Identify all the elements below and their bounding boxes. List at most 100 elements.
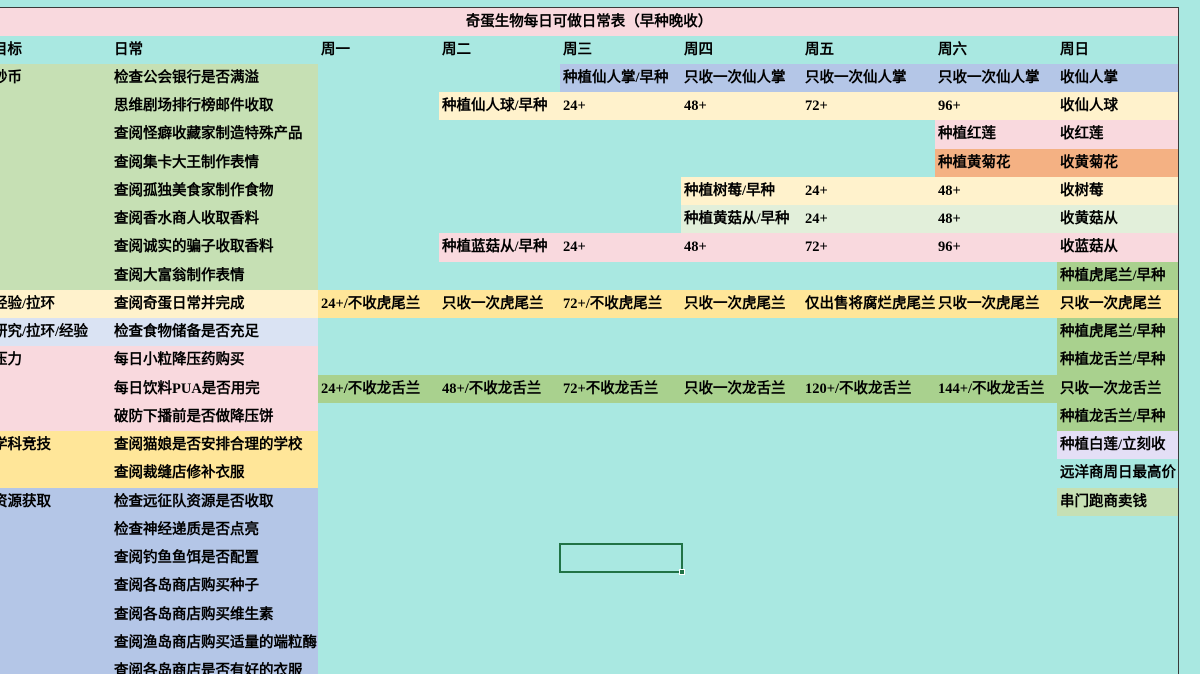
schedule-cell-wed[interactable] [560, 120, 681, 148]
schedule-cell-wed[interactable] [560, 516, 681, 544]
schedule-cell-sun[interactable]: 收仙人掌 [1057, 64, 1178, 93]
column-header-thu[interactable]: 周四 [681, 36, 802, 64]
goal-cell[interactable]: 资源获取 [0, 487, 110, 516]
goal-cell[interactable] [0, 515, 110, 545]
schedule-cell-sun[interactable]: 收蓝菇从 [1057, 233, 1178, 262]
schedule-cell-sat[interactable]: 只收一次虎尾兰 [935, 289, 1057, 319]
schedule-cell-wed[interactable]: 72+不收龙舌兰 [560, 374, 681, 403]
schedule-cell-fri[interactable] [802, 572, 935, 600]
schedule-cell-tue[interactable] [439, 262, 560, 290]
schedule-cell-mon[interactable] [318, 120, 439, 148]
schedule-cell-wed[interactable] [560, 431, 681, 459]
schedule-cell-wed[interactable] [560, 149, 681, 177]
schedule-cell-sat[interactable] [935, 544, 1057, 572]
schedule-cell-fri[interactable]: 仅出售将腐烂虎尾兰 [802, 289, 935, 319]
schedule-cell-thu[interactable] [681, 403, 802, 431]
column-header-sun[interactable]: 周日 [1057, 36, 1178, 64]
schedule-cell-thu[interactable] [681, 572, 802, 600]
schedule-cell-mon[interactable] [318, 149, 439, 177]
schedule-cell-wed[interactable] [560, 629, 681, 657]
schedule-cell-mon[interactable] [318, 177, 439, 205]
schedule-cell-thu[interactable] [681, 149, 802, 177]
task-cell[interactable]: 查阅裁缝店修补衣服 [110, 459, 318, 488]
task-cell[interactable]: 查阅各岛商店是否有好的衣服 [110, 657, 318, 674]
schedule-cell-tue[interactable]: 只收一次虎尾兰 [439, 289, 560, 319]
column-header-mon[interactable]: 周一 [318, 36, 439, 64]
schedule-cell-fri[interactable] [802, 629, 935, 657]
sheet-title[interactable]: 奇蛋生物每日可做日常表（早种晚收） [0, 8, 1178, 36]
schedule-cell-mon[interactable] [318, 346, 439, 374]
schedule-cell-fri[interactable] [802, 431, 935, 459]
schedule-cell-sat[interactable]: 种植红莲 [935, 120, 1057, 149]
schedule-cell-sun[interactable] [1057, 544, 1178, 572]
schedule-cell-sat[interactable]: 只收一次仙人掌 [935, 64, 1057, 93]
schedule-cell-thu[interactable]: 只收一次龙舌兰 [681, 374, 802, 403]
schedule-cell-sun[interactable]: 种植龙舌兰/早种 [1057, 402, 1178, 432]
schedule-cell-tue[interactable]: 种植仙人球/早种 [439, 92, 560, 121]
schedule-cell-thu[interactable]: 只收一次虎尾兰 [681, 289, 802, 319]
schedule-cell-wed[interactable]: 72+/不收虎尾兰 [560, 289, 681, 319]
schedule-cell-mon[interactable] [318, 233, 439, 261]
schedule-cell-mon[interactable]: 24+/不收虎尾兰 [318, 289, 439, 319]
schedule-cell-tue[interactable] [439, 431, 560, 459]
schedule-cell-thu[interactable]: 种植黄菇从/早种 [681, 205, 802, 234]
schedule-cell-thu[interactable] [681, 318, 802, 346]
schedule-cell-fri[interactable]: 只收一次仙人掌 [802, 64, 935, 93]
goal-cell[interactable] [0, 459, 110, 488]
schedule-cell-sat[interactable] [935, 572, 1057, 600]
schedule-cell-tue[interactable] [439, 629, 560, 657]
schedule-cell-mon[interactable] [318, 572, 439, 600]
schedule-cell-mon[interactable] [318, 516, 439, 544]
schedule-cell-tue[interactable] [439, 120, 560, 148]
schedule-cell-sun[interactable]: 收树莓 [1057, 176, 1178, 206]
schedule-cell-wed[interactable] [560, 657, 681, 674]
schedule-cell-tue[interactable] [439, 318, 560, 346]
schedule-cell-sat[interactable] [935, 488, 1057, 516]
schedule-cell-fri[interactable] [802, 262, 935, 290]
task-cell[interactable]: 查阅香水商人收取香料 [110, 205, 318, 234]
schedule-cell-sun[interactable]: 种植虎尾兰/早种 [1057, 261, 1178, 290]
schedule-cell-thu[interactable] [681, 431, 802, 459]
schedule-cell-tue[interactable] [439, 346, 560, 374]
schedule-cell-fri[interactable] [802, 516, 935, 544]
schedule-cell-wed[interactable]: 种植仙人掌/早种 [560, 64, 681, 93]
schedule-cell-wed[interactable] [560, 601, 681, 629]
schedule-cell-fri[interactable]: 72+ [802, 233, 935, 262]
schedule-cell-tue[interactable] [439, 459, 560, 487]
goal-cell[interactable] [0, 233, 110, 262]
schedule-cell-wed[interactable] [560, 488, 681, 516]
task-cell[interactable]: 检查食物储备是否充足 [110, 318, 318, 347]
schedule-cell-mon[interactable] [318, 431, 439, 459]
schedule-cell-fri[interactable]: 24+ [802, 205, 935, 234]
goal-cell[interactable] [0, 261, 110, 290]
schedule-cell-sat[interactable]: 96+ [935, 92, 1057, 121]
schedule-cell-thu[interactable] [681, 346, 802, 374]
schedule-cell-sat[interactable] [935, 403, 1057, 431]
column-header-sat[interactable]: 周六 [935, 36, 1057, 64]
schedule-cell-tue[interactable] [439, 403, 560, 431]
schedule-cell-thu[interactable] [681, 262, 802, 290]
task-cell[interactable]: 查阅诚实的骗子收取香料 [110, 233, 318, 262]
goal-cell[interactable] [0, 374, 110, 403]
task-cell[interactable]: 查阅猫娘是否安排合理的学校 [110, 431, 318, 460]
schedule-cell-fri[interactable] [802, 318, 935, 346]
schedule-cell-sat[interactable] [935, 431, 1057, 459]
schedule-cell-tue[interactable] [439, 205, 560, 233]
task-cell[interactable]: 查阅奇蛋日常并完成 [110, 289, 318, 319]
goal-cell[interactable] [0, 628, 110, 658]
schedule-cell-tue[interactable] [439, 572, 560, 600]
task-cell[interactable]: 检查远征队资源是否收取 [110, 487, 318, 516]
schedule-cell-mon[interactable] [318, 629, 439, 657]
goal-cell[interactable] [0, 657, 110, 674]
schedule-cell-tue[interactable]: 种植蓝菇从/早种 [439, 233, 560, 262]
schedule-cell-mon[interactable] [318, 544, 439, 572]
column-header-wed[interactable]: 周三 [560, 36, 681, 64]
goal-cell[interactable] [0, 402, 110, 432]
schedule-cell-mon[interactable] [318, 92, 439, 120]
goal-cell[interactable]: 经验/拉环 [0, 289, 110, 319]
schedule-cell-sun[interactable]: 收黄菊花 [1057, 148, 1178, 177]
schedule-cell-sat[interactable] [935, 318, 1057, 346]
task-cell[interactable]: 思维剧场排行榜邮件收取 [110, 92, 318, 121]
task-cell[interactable]: 查阅各岛商店购买维生素 [110, 600, 318, 629]
schedule-cell-thu[interactable] [681, 459, 802, 487]
